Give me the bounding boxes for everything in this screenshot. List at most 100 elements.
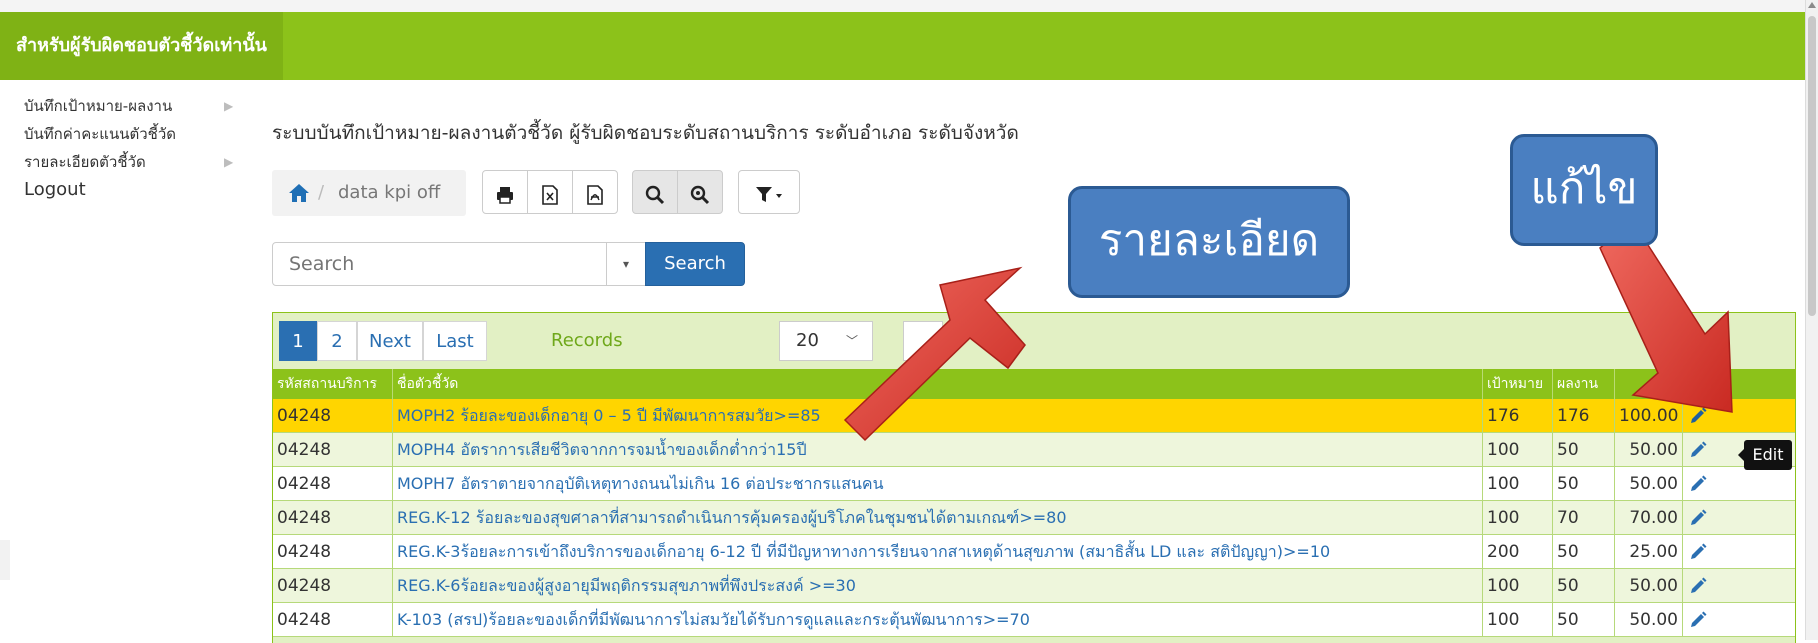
column-header-code[interactable]: รหัสสถานบริการ	[273, 369, 393, 399]
kpi-name-link[interactable]: MOPH2 ร้อยละของเด็กอายุ 0 – 5 ปี มีพัฒนา…	[393, 399, 1483, 432]
data-grid-panel: 1 2 Next Last Records 1 to 20 of 40 20 ﹀…	[272, 312, 1796, 643]
sidebar-item-label: บันทึกค่าคะแนนตัวชี้วัด	[24, 125, 176, 143]
kpi-name-link[interactable]: REG.K-6ร้อยละของผู้สูงอายุมีพฤติกรรมสุขภ…	[393, 569, 1483, 602]
edit-button[interactable]	[1683, 467, 1795, 500]
last-page-button[interactable]: Last	[423, 321, 487, 361]
page-2-button[interactable]: 2	[317, 321, 357, 361]
cell-percent: 50.00	[1615, 467, 1683, 500]
table-row[interactable]: 04248 REG.K-3ร้อยละการเข้าถึงบริการของเด…	[273, 535, 1795, 569]
kpi-name-link[interactable]: REG.K-3ร้อยละการเข้าถึงบริการของเด็กอายุ…	[393, 535, 1483, 568]
edit-button[interactable]	[1683, 535, 1795, 568]
filter-dropdown-button[interactable]	[738, 170, 800, 214]
chevron-right-icon: ▶	[224, 99, 234, 113]
search-toggle-button[interactable]	[632, 170, 678, 214]
cell-target: 176	[1483, 399, 1553, 432]
scroll-up-arrow-icon[interactable]	[1808, 2, 1816, 8]
export-pdf-button[interactable]	[572, 170, 618, 214]
column-header-target[interactable]: เป้าหมาย	[1483, 369, 1553, 399]
sidebar: บันทึกเป้าหมาย-ผลงาน ▶ บันทึกค่าคะแนนตัว…	[24, 92, 244, 204]
sidebar-item-record-target[interactable]: บันทึกเป้าหมาย-ผลงาน ▶	[24, 92, 244, 120]
grid-options-button[interactable]	[903, 321, 943, 361]
chevron-right-icon: ▶	[224, 155, 234, 169]
home-icon[interactable]	[288, 170, 310, 233]
advanced-search-button[interactable]	[677, 170, 723, 214]
search-input[interactable]	[272, 242, 608, 286]
cell-target: 100	[1483, 433, 1553, 466]
page-title: ระบบบันทึกเป้าหมาย-ผลงานตัวชี้วัด ผู้รับ…	[272, 122, 1019, 144]
cell-code: 04248	[273, 603, 393, 636]
cell-code: 04248	[273, 399, 393, 432]
cell-percent: 100.00	[1615, 399, 1683, 432]
sidebar-item-label: บันทึกเป้าหมาย-ผลงาน	[24, 97, 173, 115]
cell-percent: 50.00	[1615, 603, 1683, 636]
page-size-value: 20	[796, 330, 819, 351]
page-size-select[interactable]: 20 ﹀	[779, 321, 873, 361]
cell-percent: 70.00	[1615, 501, 1683, 534]
vertical-scrollbar[interactable]	[1805, 0, 1818, 640]
table-row[interactable]: 04248 K-103 (สรป)ร้อยละของเด็กที่มีพัฒนา…	[273, 603, 1795, 637]
cell-target: 200	[1483, 535, 1553, 568]
pencil-icon	[1691, 475, 1707, 491]
column-header-result[interactable]: ผลงาน	[1553, 369, 1615, 399]
cell-target: 100	[1483, 569, 1553, 602]
search-icon	[645, 185, 665, 204]
sidebar-item-kpi-detail[interactable]: รายละเอียดตัวชี้วัด ▶	[24, 148, 244, 176]
pencil-icon	[1691, 509, 1707, 525]
edit-button[interactable]	[1683, 501, 1795, 534]
sidebar-item-label: Logout	[24, 179, 86, 200]
callout-edit: แก้ไข	[1510, 134, 1658, 246]
cell-percent: 25.00	[1615, 535, 1683, 568]
search-button[interactable]: Search	[645, 242, 745, 286]
table-row[interactable]: 04248 MOPH7 อัตราตายจากอุบัติเหตุทางถนนไ…	[273, 467, 1795, 501]
chevron-down-icon: ﹀	[845, 334, 858, 348]
pencil-icon	[1691, 441, 1707, 457]
table-row[interactable]: 04248 MOPH2 ร้อยละของเด็กอายุ 0 – 5 ปี ม…	[273, 399, 1795, 433]
column-header-name[interactable]: ชื่อตัวชี้วัด	[393, 369, 1483, 399]
kpi-name-link[interactable]: MOPH7 อัตราตายจากอุบัติเหตุทางถนนไม่เกิน…	[393, 467, 1483, 500]
cell-target: 100	[1483, 467, 1553, 500]
pdf-icon	[587, 184, 603, 205]
excel-icon	[542, 184, 558, 205]
edit-button[interactable]	[1683, 569, 1795, 602]
search-options-dropdown[interactable]: ▾	[606, 242, 646, 286]
kpi-name-link[interactable]: K-103 (สรป)ร้อยละของเด็กที่มีพัฒนาการไม่…	[393, 603, 1483, 636]
pencil-icon	[1691, 611, 1707, 627]
cell-result: 50	[1553, 569, 1615, 602]
breadcrumb-current: data kpi off	[338, 182, 441, 203]
filter-icon	[756, 186, 782, 202]
kpi-name-link[interactable]: MOPH4 อัตราการเสียชีวิตจากการจมน้ำของเด็…	[393, 433, 1483, 466]
edit-tooltip: Edit	[1738, 440, 1792, 470]
table-header: รหัสสถานบริการ ชื่อตัวชี้วัด เป้าหมาย ผล…	[273, 369, 1795, 399]
sidebar-item-logout[interactable]: Logout	[24, 176, 244, 204]
cell-result: 50	[1553, 603, 1615, 636]
kpi-name-link[interactable]: REG.K-12 ร้อยละของสุขศาลาที่สามารถดำเนิน…	[393, 501, 1483, 534]
table-row[interactable]: 04248 REG.K-6ร้อยละของผู้สูงอายุมีพฤติกร…	[273, 569, 1795, 603]
edit-button[interactable]	[1683, 399, 1795, 432]
cell-code: 04248	[273, 467, 393, 500]
next-page-button[interactable]: Next	[357, 321, 423, 361]
cell-result: 70	[1553, 501, 1615, 534]
cell-code: 04248	[273, 535, 393, 568]
cell-target: 100	[1483, 501, 1553, 534]
edit-button[interactable]	[1683, 603, 1795, 636]
breadcrumb-separator: /	[318, 182, 325, 203]
zoom-search-icon	[690, 185, 710, 204]
left-edge-marker	[0, 540, 10, 580]
sidebar-item-record-score[interactable]: บันทึกค่าคะแนนตัวชี้วัด	[24, 120, 244, 148]
page-1-button[interactable]: 1	[279, 321, 317, 361]
scrollbar-thumb[interactable]	[1808, 16, 1816, 316]
cell-result: 50	[1553, 467, 1615, 500]
cell-target: 100	[1483, 603, 1553, 636]
pencil-icon	[1691, 407, 1707, 423]
cell-result: 176	[1553, 399, 1615, 432]
search-bar: ▾ Search	[272, 242, 745, 286]
table-row[interactable]: 04248 REG.K-12 ร้อยละของสุขศาลาที่สามารถ…	[273, 501, 1795, 535]
cell-code: 04248	[273, 501, 393, 534]
breadcrumb: / data kpi off	[272, 170, 466, 216]
pencil-icon	[1691, 577, 1707, 593]
table-row[interactable]: 04248 MOPH4 อัตราการเสียชีวิตจากการจมน้ำ…	[273, 433, 1795, 467]
print-icon	[497, 186, 513, 204]
print-button[interactable]	[482, 170, 528, 214]
export-excel-button[interactable]	[527, 170, 573, 214]
cell-result: 50	[1553, 535, 1615, 568]
